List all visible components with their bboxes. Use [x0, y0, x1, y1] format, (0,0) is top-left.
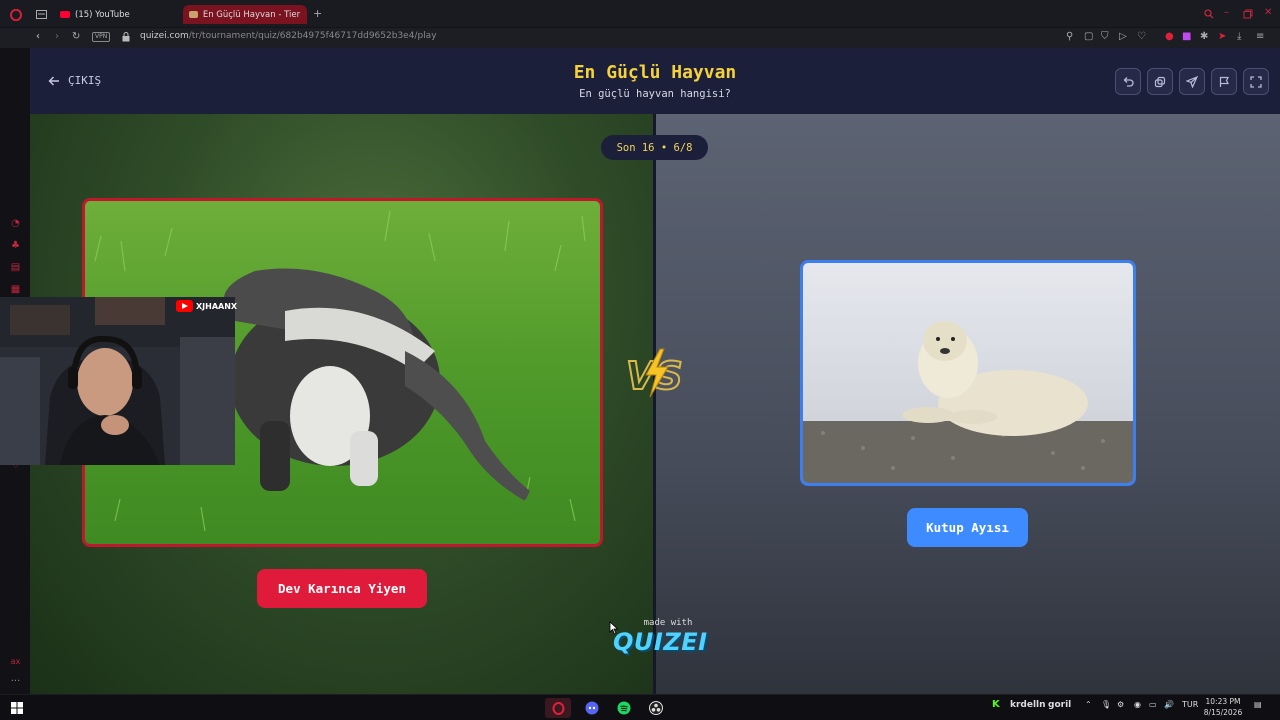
lightning-vs-icon: VS: [625, 348, 684, 399]
taskbar-clock[interactable]: 10:23 PM 8/15/2026: [1199, 696, 1247, 718]
download-icon[interactable]: ⤓: [1237, 32, 1241, 42]
lock-icon[interactable]: [122, 32, 130, 45]
taskbar-opera-icon[interactable]: [545, 698, 571, 718]
right-choice-image[interactable]: [800, 260, 1136, 486]
pin-icon[interactable]: ⚲: [1066, 32, 1073, 42]
flag-icon: [1219, 76, 1229, 87]
youtube-icon: [176, 300, 193, 312]
round-indicator: Son 16 • 6/8: [601, 135, 708, 160]
play-icon[interactable]: ▷: [1119, 32, 1127, 42]
undo-icon: [1123, 76, 1134, 87]
restore-icon[interactable]: [1243, 9, 1253, 22]
tray-chevron-icon[interactable]: ⌃: [1085, 700, 1092, 709]
quiz-title: En Güçlü Hayvan: [573, 62, 737, 83]
clock-time: 10:23 PM: [1205, 697, 1241, 706]
channel-name: XJHAANX: [196, 301, 238, 311]
taskbar: K krdelln goril ⌃ 🎙 ⚙ ◉ ▭ 🔊 TUR 10:23 PM…: [0, 694, 1280, 720]
url-host: quizei.com: [140, 31, 189, 41]
made-with-label: made with: [643, 618, 693, 628]
opera-logo-icon[interactable]: [10, 8, 22, 24]
sidebar-aria-icon[interactable]: ◔: [10, 218, 21, 229]
panel-divider: [653, 114, 656, 694]
polar-bear-image: [803, 263, 1133, 483]
taskbar-discord-icon[interactable]: [579, 698, 605, 718]
clock-date: 8/15/2026: [1203, 708, 1243, 717]
webcam-overlay: [0, 297, 235, 465]
input-language[interactable]: TUR: [1182, 700, 1198, 709]
windows-start-icon[interactable]: [4, 698, 30, 718]
back-icon[interactable]: ‹: [36, 32, 40, 42]
tray-app-icon[interactable]: ◉: [1134, 700, 1141, 709]
volume-icon[interactable]: 🔊: [1164, 700, 1174, 709]
snapshot-icon[interactable]: ▢: [1084, 32, 1093, 42]
taskbar-spotify-icon[interactable]: [611, 698, 637, 718]
shield-icon[interactable]: ⛉: [1101, 32, 1109, 42]
puzzle-icon[interactable]: ✱: [1200, 32, 1208, 42]
url-field[interactable]: quizei.com/tr/tournament/quiz/682b4975f4…: [140, 31, 437, 41]
sidebar-ax-icon[interactable]: ax: [10, 656, 21, 667]
sidebar-bell-icon[interactable]: ♣: [10, 240, 21, 251]
minimize-icon[interactable]: –: [1224, 8, 1229, 18]
tab-youtube[interactable]: (15) YouTube: [54, 5, 180, 24]
mouse-cursor-icon: [609, 620, 619, 639]
streamer-video: [0, 297, 235, 465]
send-button[interactable]: [1179, 68, 1205, 95]
browser-tab-bar: (15) YouTube En Güçlü Hayvan - Tier List…: [0, 0, 1280, 28]
forward-icon[interactable]: ›: [55, 32, 59, 42]
tab-overview-icon[interactable]: [36, 10, 47, 22]
sidebar-chat-icon[interactable]: ▤: [10, 262, 21, 273]
sidebar-messenger-icon[interactable]: ▦: [10, 284, 21, 295]
address-bar: ‹ › ↻ VPN quizei.com/tr/tournament/quiz/…: [0, 28, 1280, 48]
youtube-favicon-icon: [60, 11, 70, 18]
heart-icon[interactable]: ♡: [1137, 32, 1146, 42]
url-path: /tr/tournament/quiz/682b4975f46717dd9652…: [188, 31, 437, 41]
menu-icon[interactable]: ≡: [1256, 32, 1264, 42]
tab-quiz[interactable]: En Güçlü Hayvan - Tier List: [183, 5, 307, 24]
extension-purple-icon[interactable]: ■: [1182, 32, 1191, 42]
undo-button[interactable]: [1115, 68, 1141, 95]
share-icon: [1154, 76, 1166, 87]
taskbar-obs-icon[interactable]: [643, 698, 669, 718]
close-window-icon[interactable]: ✕: [1264, 8, 1272, 18]
extension-red-icon[interactable]: ●: [1165, 32, 1174, 42]
fullscreen-icon: [1250, 75, 1262, 88]
anteater-favicon-icon: [189, 11, 198, 18]
versus-emblem: VS: [622, 345, 692, 401]
search-icon[interactable]: [1204, 9, 1214, 22]
sidebar-more-icon[interactable]: ···: [10, 676, 21, 687]
tray-settings-icon[interactable]: ⚙: [1117, 700, 1124, 709]
send-icon: [1186, 75, 1198, 88]
tab-label: En Güçlü Hayvan - Tier List: [202, 9, 301, 20]
quiz-header: ÇIKIŞ En Güçlü Hayvan En güçlü hayvan ha…: [30, 48, 1280, 114]
microphone-icon[interactable]: 🎙: [1101, 700, 1111, 709]
new-tab-button[interactable]: +: [313, 8, 322, 19]
tray-app-label: krdelln: [1010, 700, 1046, 710]
tab-label: (15) YouTube: [75, 9, 130, 20]
share-button[interactable]: [1147, 68, 1173, 95]
quizei-logo[interactable]: QUIZEI: [613, 628, 707, 656]
report-button[interactable]: [1211, 68, 1237, 95]
flow-icon[interactable]: ➤: [1218, 32, 1226, 42]
choose-right-button[interactable]: Kutup Ayısı: [907, 508, 1028, 547]
kick-icon[interactable]: K: [992, 699, 1000, 710]
fullscreen-button[interactable]: [1243, 68, 1269, 95]
reload-icon[interactable]: ↻: [72, 32, 80, 42]
quiz-subtitle: En güçlü hayvan hangisi?: [579, 88, 731, 100]
network-icon[interactable]: ▭: [1149, 700, 1157, 709]
tray-app-label-2: goril: [1048, 700, 1072, 710]
notification-icon[interactable]: ▤: [1254, 700, 1262, 709]
choose-left-button[interactable]: Dev Karınca Yiyen: [257, 569, 427, 608]
vpn-badge[interactable]: VPN: [92, 32, 111, 42]
channel-tag: XJHAANX: [176, 300, 237, 312]
